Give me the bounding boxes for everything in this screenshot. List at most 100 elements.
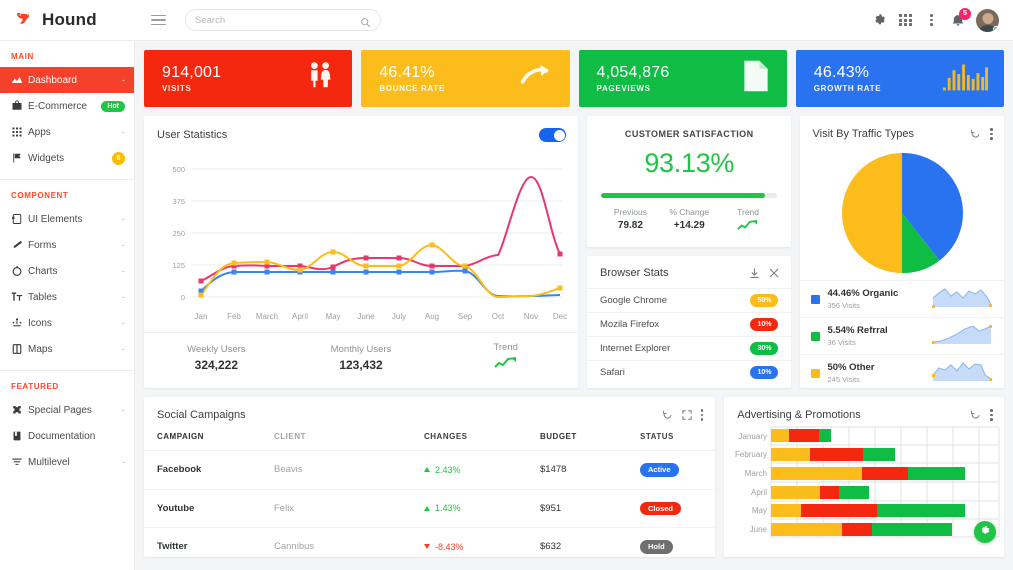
refresh-icon[interactable] (970, 129, 981, 140)
sidebar-item-charts[interactable]: Charts - (0, 258, 134, 284)
brand-name: Hound (42, 10, 97, 29)
sidebar-item-ui-elements[interactable]: UI Elements - (0, 206, 134, 232)
brand-logo-area[interactable]: Hound (0, 0, 135, 41)
sidebar-item-dashboard[interactable]: Dashboard - (0, 67, 134, 93)
stat-label: Previous (613, 207, 647, 217)
customer-satisfaction-card: CUSTOMER SATISFACTION 93.13% Previous 79… (587, 116, 792, 247)
legend-visits: 356 Visits (827, 301, 860, 310)
satisfaction-progress-bar (601, 193, 778, 198)
sidebar-item-apps[interactable]: Apps - (0, 119, 134, 145)
svg-text:375: 375 (172, 197, 185, 206)
browser-row[interactable]: Internet Explorer 30% (587, 336, 792, 360)
stat-label: Trend (493, 341, 518, 353)
search-icon[interactable] (360, 15, 371, 27)
traffic-legend-row[interactable]: 50% Other 245 Visits (800, 354, 1004, 391)
gear-icon[interactable] (872, 13, 887, 28)
bar-chart-icon (942, 60, 988, 97)
stat-card-visits[interactable]: 914,001 VISITS (144, 50, 353, 107)
traffic-types-card: Visit By Traffic Types 44.46% Organic 35… (800, 116, 1004, 388)
monthly-users-stat: Monthly Users 123,432 (289, 333, 434, 382)
grid-apps-icon[interactable] (898, 13, 913, 28)
sidebar-item-documentation[interactable]: Documentation (0, 423, 134, 449)
cell-campaign: Youtube (144, 489, 274, 528)
vertical-dots-icon[interactable] (990, 128, 993, 140)
sidebar-item-multilevel[interactable]: Multilevel - (0, 449, 134, 475)
refresh-icon[interactable] (970, 410, 981, 421)
card-header: Social Campaigns (144, 397, 715, 421)
status-badge: Closed (640, 501, 682, 515)
user-statistics-footer: Weekly Users 324,222 Monthly Users 123,4… (144, 332, 578, 382)
browser-row[interactable]: Google Chrome 50% (587, 288, 792, 312)
sidebar-item-e-commerce[interactable]: E-Commerce Hot (0, 93, 134, 119)
sidebar-item-tables[interactable]: Tables - (0, 284, 134, 310)
traffic-legend-row[interactable]: 5.54% Refrral 36 Visits (800, 317, 1004, 354)
card-title-text: Advertising & Promotions (737, 409, 861, 421)
browser-row[interactable]: Mozila Firefox 10% (587, 312, 792, 336)
sidebar-item-label: Special Pages (28, 404, 92, 416)
bell-icon[interactable]: 5 (950, 7, 971, 28)
stat-label: % Change (669, 207, 710, 217)
search-input[interactable] (195, 14, 360, 26)
expand-icon[interactable] (681, 410, 692, 420)
sidebar-item-forms[interactable]: Forms - (0, 232, 134, 258)
stat-label: VISITS (162, 84, 192, 94)
sidebar-navigation: MAIN Dashboard - E-Commerce Hot Apps - W… (0, 41, 135, 570)
middle-column: CUSTOMER SATISFACTION 93.13% Previous 79… (587, 116, 792, 388)
column-header-changes: CHANGES (424, 421, 540, 451)
card-tools (749, 267, 779, 279)
svg-text:January: January (739, 432, 767, 441)
card-title-text: Social Campaigns (157, 409, 246, 421)
table-row[interactable]: Twitter Cannibus -8.43% $632 Hold (144, 527, 716, 567)
change-value: 2.43% (435, 464, 461, 475)
download-icon[interactable] (749, 267, 760, 279)
trend-up-icon (493, 356, 518, 374)
traffic-pie-chart (800, 140, 1004, 280)
card-header: Browser Stats (587, 256, 791, 288)
hamburger-icon[interactable] (141, 14, 175, 26)
vertical-dots-icon[interactable] (924, 13, 939, 28)
sidebar-badge-hot: Hot (101, 100, 125, 112)
browser-name: Internet Explorer (600, 343, 671, 354)
browser-name: Google Chrome (600, 295, 668, 306)
stat-value: 4,054,876 (596, 63, 670, 81)
legend-text: 50% Other 245 Visits (827, 362, 924, 384)
browser-row[interactable]: Safari 10% (587, 360, 792, 384)
svg-text:Oct: Oct (492, 312, 505, 321)
sidebar-item-special-pages[interactable]: Special Pages - (0, 397, 134, 423)
chevron-down-icon: - (122, 456, 125, 467)
sidebar-item-icons[interactable]: Icons - (0, 310, 134, 336)
vertical-dots-icon[interactable] (700, 409, 704, 421)
stat-label: PAGEVIEWS (596, 84, 651, 94)
stat-card-growth-rate[interactable]: 46.43% GROWTH RATE (795, 50, 1004, 107)
cell-status: Hold (640, 527, 716, 567)
refresh-icon[interactable] (662, 410, 673, 421)
percent-change-stat: % Change +14.29 (660, 207, 719, 234)
stat-card-pageviews[interactable]: 4,054,876 PAGEVIEWS (578, 50, 787, 107)
table-row[interactable]: Youtube Felix 1.43% $951 Closed (144, 489, 716, 528)
vertical-dots-icon[interactable] (990, 409, 993, 421)
search-box[interactable] (185, 9, 381, 31)
svg-text:0: 0 (181, 293, 185, 302)
sidebar-item-maps[interactable]: Maps - (0, 336, 134, 362)
cell-status: Active (640, 450, 716, 490)
traffic-legend-row[interactable]: 44.46% Organic 356 Visits (800, 280, 1004, 317)
circle-chart-icon (11, 265, 28, 277)
user-statistics-toggle[interactable] (539, 128, 566, 142)
column-header-budget: BUDGET (540, 421, 640, 451)
legend-color-swatch (811, 294, 821, 304)
dashboard-page: Hound Search 5 MAIN Dashboard - E-Commer… (0, 0, 1013, 570)
card-tools (970, 128, 993, 140)
avatar[interactable] (976, 8, 999, 32)
pencil-icon (11, 239, 28, 251)
card-title-text: Visit By Traffic Types (812, 128, 914, 140)
table-row[interactable]: Facebook Beavis 2.43% $1478 Active (144, 450, 716, 490)
settings-fab-button[interactable] (974, 521, 996, 543)
curved-arrow-icon (520, 61, 554, 96)
card-title-text: User Statistics (157, 129, 228, 141)
sidebar-item-widgets[interactable]: Widgets 8 (0, 145, 134, 171)
stat-card-bounce-rate[interactable]: 46.41% BOUNCE RATE (361, 50, 570, 107)
previous-stat: Previous 79.82 (601, 207, 660, 234)
close-icon[interactable] (769, 268, 779, 278)
main-content: 914,001 VISITS 46.41% BOUNCE RATE 4,054,… (135, 41, 1013, 570)
people-icon (304, 60, 336, 97)
